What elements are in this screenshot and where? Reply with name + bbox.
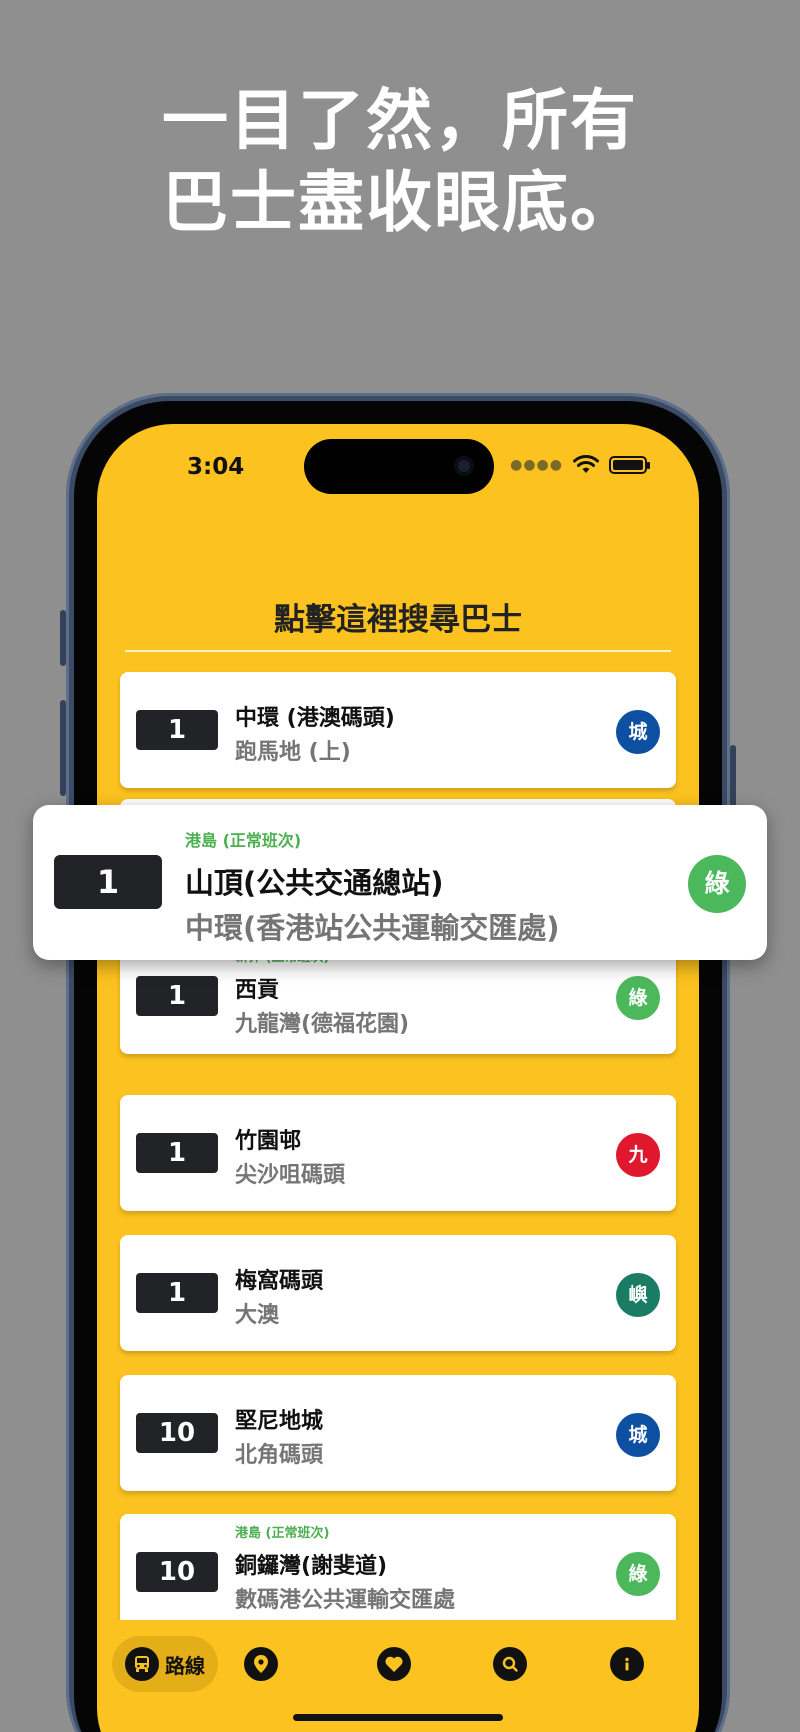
phone-volume-up xyxy=(60,700,66,796)
service-tag: 港島 (正常班次) xyxy=(185,831,302,850)
route-destination: 堅尼地城 xyxy=(235,1409,324,1434)
route-origin: 跑馬地 (上) xyxy=(235,740,351,765)
route-origin: 數碼港公共運輸交匯處 xyxy=(235,1588,456,1613)
route-number: 10 xyxy=(136,1413,218,1453)
nav-routes-tab[interactable]: 路線 xyxy=(112,1636,218,1692)
search-underline xyxy=(125,650,671,652)
status-icons: ●●●● xyxy=(510,452,650,478)
route-number: 1 xyxy=(136,710,218,750)
route-number: 10 xyxy=(136,1552,218,1592)
company-badge: 嶼 xyxy=(616,1273,660,1317)
route-destination: 銅鑼灣(謝斐道) xyxy=(235,1554,388,1579)
route-card[interactable]: 1 竹園邨 尖沙咀碼頭 九 xyxy=(120,1095,676,1211)
search-icon xyxy=(493,1647,527,1681)
route-destination: 竹園邨 xyxy=(235,1129,302,1154)
bus-icon xyxy=(125,1647,159,1681)
battery-icon xyxy=(609,456,650,474)
wifi-icon xyxy=(573,455,599,473)
route-destination: 西貢 xyxy=(235,978,280,1003)
bottom-navigation: 路線 xyxy=(97,1620,699,1700)
route-origin: 大澳 xyxy=(235,1303,280,1328)
nav-favourites-tab[interactable] xyxy=(366,1636,422,1692)
route-card[interactable]: 10 堅尼地城 北角碼頭 城 xyxy=(120,1375,676,1491)
promo-headline: 一目了然，所有 巴士盡收眼底。 xyxy=(0,80,800,244)
route-origin: 尖沙咀碼頭 xyxy=(235,1163,346,1188)
nav-info-tab[interactable] xyxy=(599,1636,655,1692)
route-card[interactable]: 1 中環 (港澳碼頭) 跑馬地 (上) 城 xyxy=(120,672,676,788)
route-card[interactable]: 1 梅窩碼頭 大澳 嶼 xyxy=(120,1235,676,1351)
service-tag: 港島 (正常班次) xyxy=(235,1526,330,1541)
info-icon xyxy=(610,1647,644,1681)
nav-search-tab[interactable] xyxy=(482,1636,538,1692)
dynamic-island xyxy=(304,439,494,494)
heart-icon xyxy=(377,1647,411,1681)
company-badge: 綠 xyxy=(616,1552,660,1596)
company-badge: 城 xyxy=(616,710,660,754)
headline-line-2: 巴士盡收眼底。 xyxy=(162,164,638,241)
cellular-signal-icon: ●●●● xyxy=(510,457,563,473)
route-number: 1 xyxy=(136,976,218,1016)
highlighted-route-card[interactable]: 港島 (正常班次) 1 山頂(公共交通總站) 中環(香港站公共運輸交匯處) 綠 xyxy=(33,805,767,960)
route-destination: 山頂(公共交通總站) xyxy=(185,866,444,900)
route-number: 1 xyxy=(136,1133,218,1173)
company-badge: 綠 xyxy=(688,855,746,913)
front-camera xyxy=(454,456,474,476)
route-origin: 九龍灣(德福花園) xyxy=(235,1012,410,1037)
home-indicator xyxy=(293,1714,503,1721)
status-time: 3:04 xyxy=(187,454,245,480)
route-origin: 中環(香港站公共運輸交匯處) xyxy=(185,911,560,945)
company-badge: 城 xyxy=(616,1413,660,1457)
nav-routes-label: 路線 xyxy=(165,1653,205,1678)
phone-screen: 3:04 ●●●● 點擊這裡搜尋巴士 1 中環 (港澳碼頭) 跑馬地 (上) 城… xyxy=(97,424,699,1732)
search-prompt[interactable]: 點擊這裡搜尋巴士 xyxy=(97,594,699,639)
phone-mute-switch xyxy=(60,610,66,666)
location-pin-icon xyxy=(244,1647,278,1681)
route-destination: 中環 (港澳碼頭) xyxy=(235,706,395,731)
route-destination: 梅窩碼頭 xyxy=(235,1269,324,1294)
nav-nearby-tab[interactable] xyxy=(233,1636,289,1692)
route-number: 1 xyxy=(136,1273,218,1313)
company-badge: 綠 xyxy=(616,976,660,1020)
route-origin: 北角碼頭 xyxy=(235,1443,324,1468)
headline-line-1: 一目了然，所有 xyxy=(162,82,638,159)
company-badge: 九 xyxy=(616,1133,660,1177)
route-number: 1 xyxy=(54,855,162,909)
